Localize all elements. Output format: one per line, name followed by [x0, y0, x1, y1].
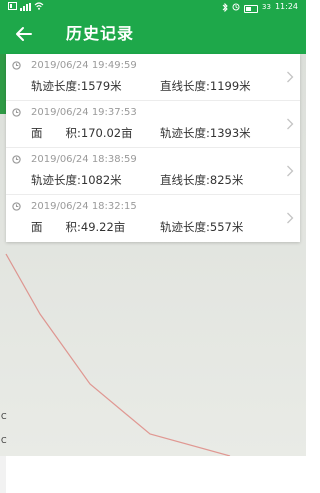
- back-button[interactable]: [12, 22, 36, 46]
- alarm-icon: [232, 3, 240, 11]
- history-record[interactable]: 2019/06/24 18:32:15 面 积:49.22亩 轨迹长度:557米: [6, 195, 300, 241]
- record-timestamp: 2019/06/24 18:38:59: [31, 154, 137, 165]
- history-record[interactable]: 2019/06/24 19:49:59 轨迹长度:1579米 直线长度:1199…: [6, 54, 300, 101]
- wifi-icon: [34, 1, 44, 10]
- status-time: 11:24: [274, 2, 298, 11]
- chevron-right-icon: [287, 212, 294, 224]
- history-record[interactable]: 2019/06/24 18:38:59 轨迹长度:1082米 直线长度:825米: [6, 148, 300, 195]
- battery-level: 33: [262, 3, 271, 11]
- record-secondary-value: 轨迹长度:1393米: [160, 126, 251, 140]
- signal-icon: [20, 3, 31, 11]
- record-secondary-value: 直线长度:825米: [160, 173, 244, 187]
- history-record[interactable]: 2019/06/24 19:37:53 面 积:170.02亩 轨迹长度:139…: [6, 101, 300, 148]
- record-primary-value: 轨迹长度:1082米: [31, 173, 122, 187]
- clock-icon: [12, 108, 21, 117]
- chevron-right-icon: [287, 118, 294, 130]
- clock-icon: [12, 61, 21, 70]
- record-timestamp: 2019/06/24 18:32:15: [31, 201, 137, 212]
- record-timestamp: 2019/06/24 19:37:53: [31, 107, 137, 118]
- record-primary-value: 面 积:49.22亩: [31, 220, 126, 234]
- chevron-right-icon: [287, 165, 294, 177]
- status-right: 33 11:24: [222, 0, 298, 14]
- page-title: 历史记录: [66, 24, 135, 43]
- clock-icon: [12, 202, 21, 211]
- record-primary-value: 面 积:170.02亩: [31, 126, 133, 140]
- record-secondary-value: 轨迹长度:557米: [160, 220, 244, 234]
- status-bar: 33 11:24: [0, 0, 306, 14]
- sim-icon: [8, 1, 17, 10]
- app-bar: 历史记录: [0, 14, 306, 54]
- chevron-right-icon: [287, 71, 294, 83]
- record-secondary-value: 直线长度:1199米: [160, 79, 251, 93]
- bottom-area: [6, 456, 306, 493]
- arrow-left-icon: [16, 27, 32, 41]
- bluetooth-icon: [222, 2, 228, 12]
- record-timestamp: 2019/06/24 19:49:59: [31, 60, 137, 71]
- map-edge-mark: C: [1, 436, 7, 445]
- map-edge-mark: C: [1, 412, 7, 421]
- history-list: 2019/06/24 19:49:59 轨迹长度:1579米 直线长度:1199…: [6, 54, 300, 242]
- clock-icon: [12, 155, 21, 164]
- record-primary-value: 轨迹长度:1579米: [31, 79, 122, 93]
- status-left: [8, 0, 44, 11]
- battery-icon: [244, 5, 259, 13]
